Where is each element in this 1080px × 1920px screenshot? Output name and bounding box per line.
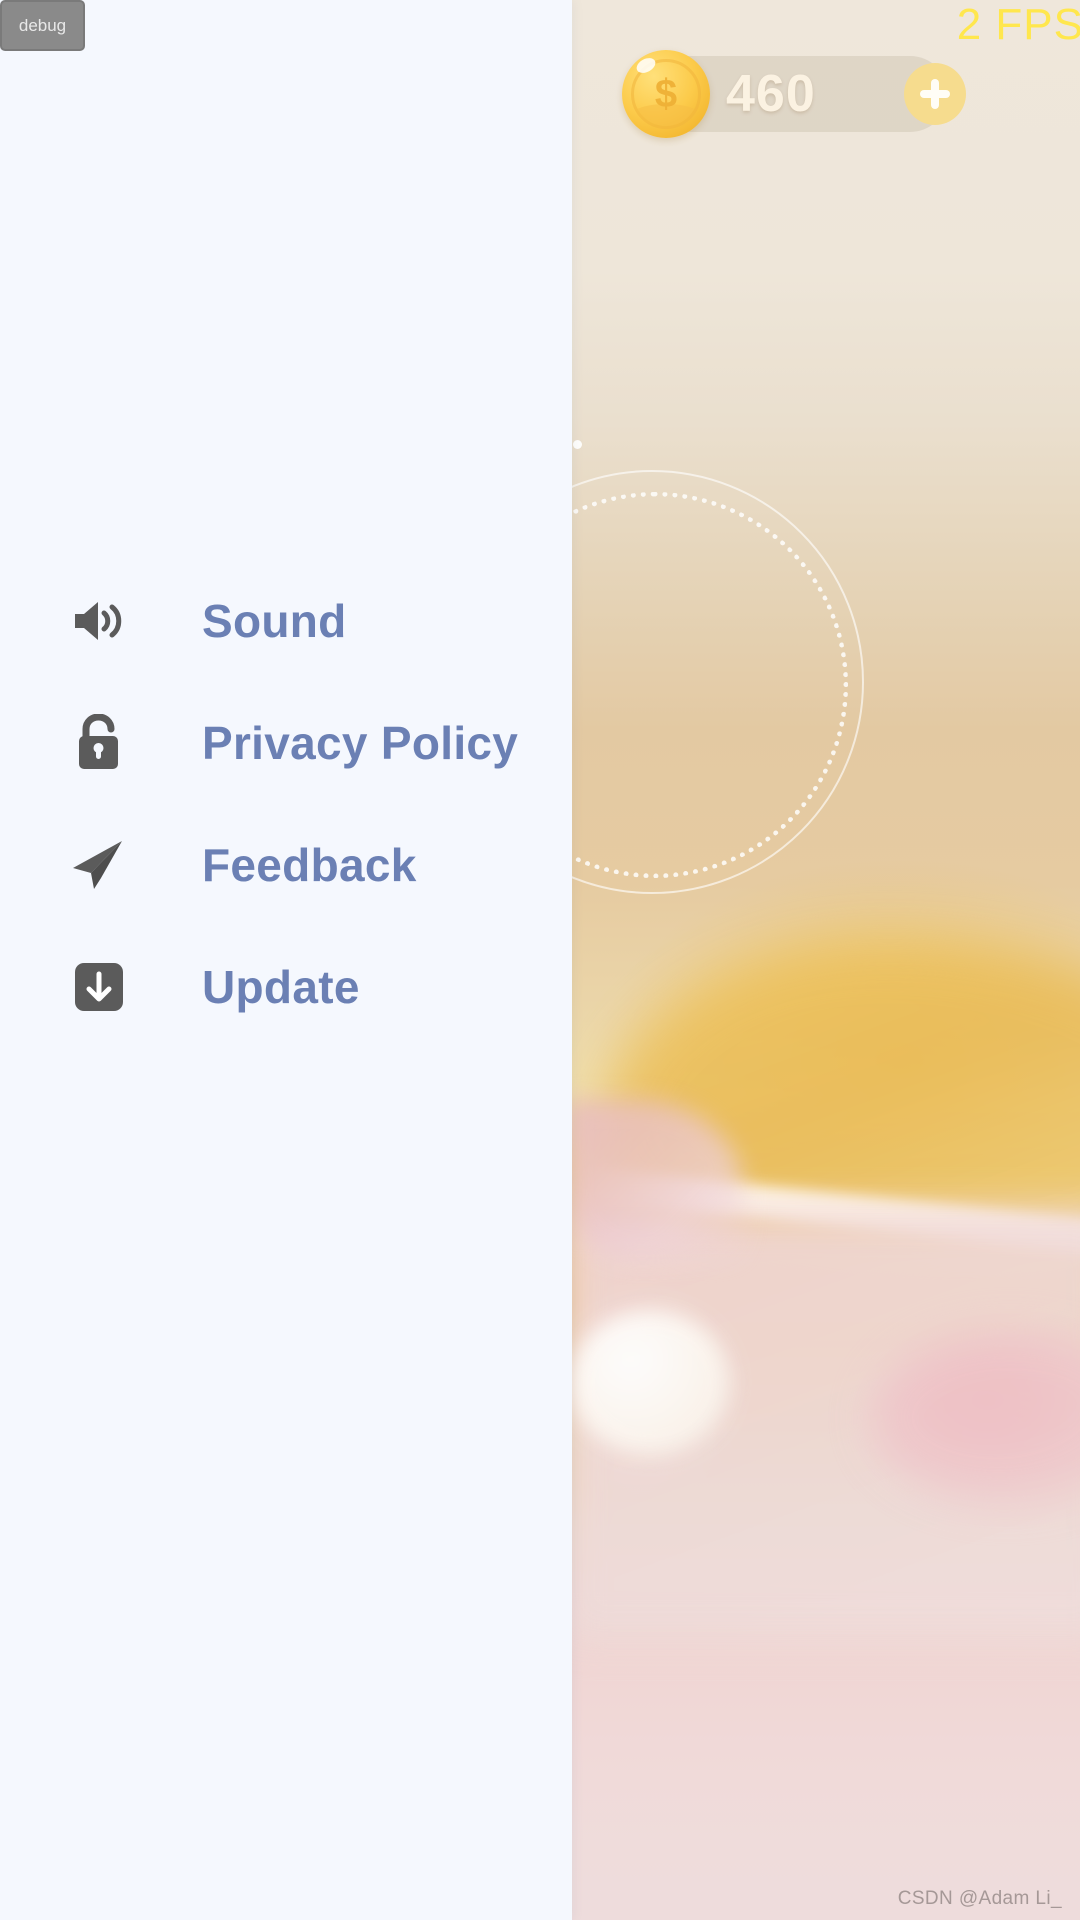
- coin-count-value: 460: [726, 65, 816, 123]
- white-round-object-decor: [570, 1310, 730, 1455]
- speaker-volume-icon: [70, 592, 128, 650]
- settings-menu-list: Sound Privacy Policy Feedback Update: [0, 560, 572, 1048]
- fps-counter: 2 FPS: [956, 0, 1080, 49]
- plus-icon-vertical-bar: [931, 79, 939, 109]
- paper-plane-icon: [70, 836, 128, 894]
- watermark-text: CSDN @Adam Li_: [897, 1888, 1062, 1909]
- settings-drawer-panel: debug Sound Privacy Policy Feedback Upda…: [0, 0, 572, 1920]
- add-coins-button[interactable]: [904, 63, 966, 125]
- download-arrow-box-icon: [70, 958, 128, 1016]
- menu-item-label-feedback: Feedback: [202, 839, 417, 891]
- menu-item-label-update: Update: [202, 961, 360, 1013]
- menu-item-privacy-policy[interactable]: Privacy Policy: [0, 682, 572, 804]
- ring-sparkle-dot: [573, 440, 582, 449]
- menu-item-feedback[interactable]: Feedback: [0, 804, 572, 926]
- menu-item-sound[interactable]: Sound: [0, 560, 572, 682]
- debug-button[interactable]: debug: [0, 0, 85, 51]
- menu-item-label-sound: Sound: [202, 595, 347, 647]
- menu-item-update[interactable]: Update: [0, 926, 572, 1048]
- unlocked-padlock-icon: [70, 714, 128, 772]
- app-screen: 2 FPS $ 460 debug Sound Privacy Policy F…: [0, 0, 1080, 1920]
- dollar-sign-glyph: $: [654, 72, 678, 116]
- menu-item-label-privacy-policy: Privacy Policy: [202, 717, 519, 769]
- coin-balance-bar[interactable]: $ 460: [622, 50, 966, 138]
- gold-coin-dollar-icon: $: [622, 50, 710, 138]
